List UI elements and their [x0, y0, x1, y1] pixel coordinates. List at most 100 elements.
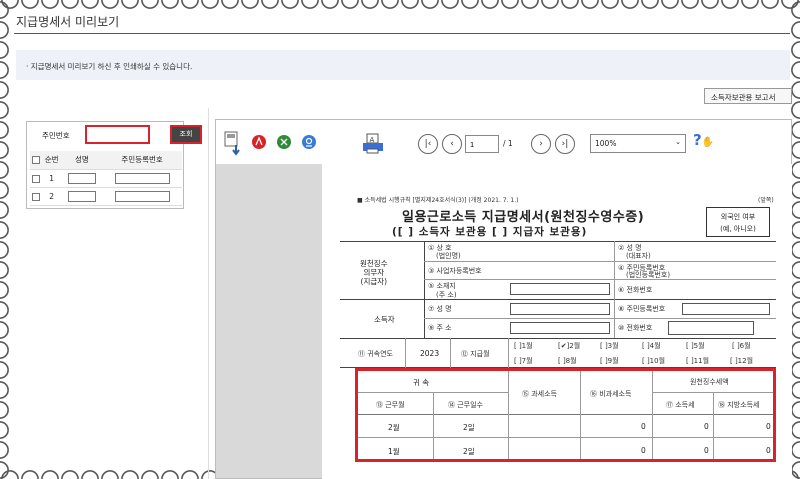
field-earner-phone: ⑩ 전화번호	[618, 324, 653, 332]
month-aug: [ ]8월	[558, 357, 577, 365]
row-income-tax: 0	[704, 446, 709, 455]
table-header-row: 순번 성명 주민등록번호	[30, 151, 182, 170]
grid-line	[508, 338, 509, 368]
frame-border-top	[0, 0, 800, 12]
next-page-icon[interactable]: ›	[531, 134, 551, 154]
print-icon[interactable]: A	[362, 133, 384, 155]
row-month: 1월	[388, 447, 400, 456]
prev-page-icon[interactable]: ‹	[442, 134, 462, 154]
grid-line	[358, 414, 773, 415]
field-business-no: ③ 사업자등록번호	[428, 267, 482, 275]
first-page-icon[interactable]: |‹	[418, 134, 438, 154]
row-name-input[interactable]	[61, 187, 103, 206]
grid-line	[340, 299, 776, 300]
month-jun: [ ]6월	[732, 342, 751, 350]
form-side: (앞쪽)	[758, 197, 774, 204]
grid-line	[580, 371, 581, 459]
resident-number-label: 주민번호	[42, 131, 70, 140]
resident-number-input[interactable]	[85, 125, 150, 144]
col-local-tax: ⑱ 지방소득세	[718, 401, 760, 409]
month-apr: [ ]4월	[642, 342, 661, 350]
foreigner-box: 외국인 여부 (예, 아니오)	[706, 207, 770, 237]
field-earner-name: ⑦ 성 명	[428, 305, 452, 313]
grid-line	[424, 318, 776, 319]
col-withheld-tax: 원천징수세액	[690, 378, 729, 386]
row-checkbox[interactable]	[30, 187, 42, 206]
select-all-checkbox[interactable]	[30, 151, 42, 170]
row-no: 2	[41, 187, 62, 206]
month-oct: [ ]10월	[642, 357, 666, 365]
withholder-label: 원천징수 의무자 (지급자)	[360, 259, 388, 286]
row-nontax: 0	[641, 446, 646, 455]
notice-banner: · 지급명세서 미리보기 하신 후 인쇄하실 수 있습니다.	[16, 50, 790, 80]
row-month: 2월	[388, 423, 400, 432]
month-feb: [✔]2월	[558, 342, 581, 350]
grid-line	[450, 338, 451, 368]
row-income-tax: 0	[704, 422, 709, 431]
grid-line	[340, 241, 776, 242]
grid-line	[424, 241, 425, 338]
row-local-tax: 0	[766, 446, 771, 455]
month-dec: [ ]12월	[730, 357, 754, 365]
month-mar: [ ]3월	[600, 342, 619, 350]
field-company-name-sub: (법인명)	[436, 252, 461, 260]
col-work-days: ⑭ 근무일수	[448, 401, 483, 409]
address-input-box	[510, 283, 610, 295]
earner-label: 소득자	[374, 315, 395, 324]
month-may: [ ]5월	[686, 342, 705, 350]
month-sep: [ ]9월	[600, 357, 619, 365]
row-local-tax: 0	[766, 422, 771, 431]
document-subtitle: ([ ] 소득자 보관용 [ ] 지급자 보관용)	[392, 226, 588, 238]
page-title: 지급명세서 미리보기	[16, 15, 120, 29]
row-resident-input[interactable]	[102, 169, 182, 188]
row-no: 1	[41, 169, 62, 188]
row-days: 2일	[463, 423, 475, 432]
grid-line	[508, 371, 509, 459]
page-number-input[interactable]	[465, 135, 499, 153]
row-name-input[interactable]	[61, 169, 103, 188]
field-address-sub: (주 소)	[436, 291, 457, 299]
foreigner-label: 외국인 여부	[720, 213, 756, 221]
earner-address-box	[510, 322, 610, 334]
col-no: 순번	[41, 151, 62, 170]
grid-line	[405, 338, 406, 368]
table-row[interactable]: 2	[30, 187, 182, 206]
field-representative-sub: (대표자)	[626, 252, 651, 260]
pdf-icon[interactable]	[251, 133, 266, 149]
grid-line	[358, 437, 773, 438]
row-resident-input[interactable]	[102, 187, 182, 206]
excel-icon[interactable]	[276, 133, 291, 149]
title-divider	[14, 33, 790, 34]
col-taxable-income: ⑮ 과세소득	[522, 390, 557, 398]
field-year: ⑪ 귀속연도	[358, 350, 393, 358]
form-regulation: ■ 소득세법 시행규칙 [별지제24호서식(3)] (개정 2021. 7. 1…	[357, 197, 519, 204]
earner-name-box	[510, 303, 610, 315]
search-button[interactable]: 조회	[170, 125, 202, 144]
table-row[interactable]: 1	[30, 169, 182, 188]
zoom-value: 100%	[595, 139, 617, 148]
field-earner-address: ⑨ 주 소	[428, 324, 452, 332]
save-icon[interactable]	[224, 131, 240, 156]
svg-text:A: A	[370, 136, 375, 144]
last-page-icon[interactable]: ›|	[555, 134, 575, 154]
earner-phone-box	[668, 321, 754, 335]
field-phone: ⑥ 전화번호	[618, 286, 653, 294]
withholder-line: 원천징수	[360, 259, 388, 268]
row-days: 2일	[463, 447, 475, 456]
zoom-select[interactable]: 100% ⌄	[590, 134, 686, 153]
page-total: / 1	[503, 139, 513, 148]
foreigner-options: (예, 아니오)	[720, 225, 756, 233]
owner-report-button[interactable]: 소득자보관용 보고서	[704, 88, 792, 104]
month-jan: [ ]1월	[514, 342, 533, 350]
grid-line	[433, 392, 434, 459]
month-nov: [ ]11월	[686, 357, 710, 365]
field-earner-resident: ⑧ 주민등록번호	[618, 305, 666, 313]
field-pay-month: ⑫ 지급월	[461, 350, 490, 358]
col-attribution: 귀 속	[413, 378, 430, 387]
col-name: 성명	[61, 151, 103, 170]
row-checkbox[interactable]	[30, 169, 42, 188]
col-income-tax: ⑰ 소득세	[666, 401, 695, 409]
hwp-icon[interactable]	[301, 133, 316, 149]
help-icon[interactable]: ?✋	[693, 131, 715, 155]
col-resident-no: 주민등록번호	[102, 151, 182, 170]
